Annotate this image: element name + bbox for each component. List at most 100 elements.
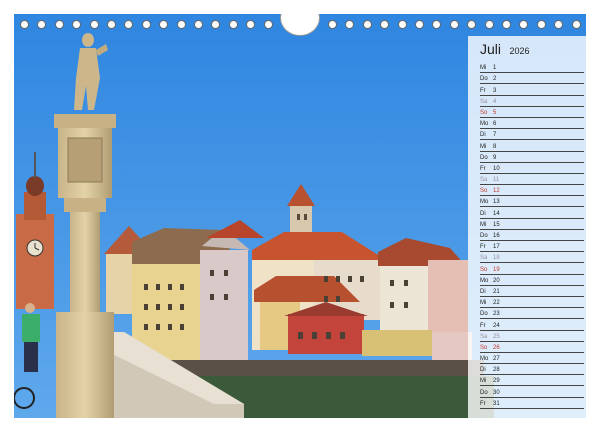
day-row: Mi 8 — [480, 140, 584, 152]
day-number: 2 — [493, 76, 497, 83]
binding-ring — [124, 20, 134, 29]
hanger-notch — [280, 14, 320, 36]
day-row: Mo 13 — [480, 196, 584, 208]
day-row: Do 30 — [480, 386, 584, 398]
day-row: Mi 29 — [480, 375, 584, 387]
day-number: 18 — [493, 255, 500, 262]
day-number: 23 — [493, 311, 500, 318]
old-town-houses — [104, 220, 472, 364]
weekday-name: Do — [480, 389, 488, 396]
binding-ring — [519, 20, 529, 29]
weekday-name: Mo — [480, 199, 489, 206]
day-row: Mi 22 — [480, 297, 584, 309]
calendar-panel: Juli 2026 Mi 1 Do 2 Fr 3 Sa 4 So 5 Mo 6 Di 7 Mi 8 Do 9 Fr 1… — [468, 36, 586, 418]
day-row: Di 7 — [480, 129, 584, 141]
day-row: So 26 — [480, 342, 584, 353]
binding-ring — [176, 20, 186, 29]
binding-ring — [159, 20, 169, 29]
day-row: Do 23 — [480, 308, 584, 320]
weekday-name: Do — [480, 76, 488, 83]
weekday-name: Sa — [480, 177, 488, 184]
day-number: 1 — [493, 65, 497, 72]
day-number: 26 — [493, 344, 500, 351]
day-list: Mi 1 Do 2 Fr 3 Sa 4 So 5 Mo 6 Di 7 Mi 8 Do 9 Fr 10 Sa 11 So 12 M… — [480, 62, 584, 409]
binding-ring — [397, 20, 407, 29]
weekday-name: Mo — [480, 356, 489, 363]
weekday-name: Fr — [480, 165, 486, 172]
day-number: 19 — [493, 266, 500, 273]
day-number: 28 — [493, 367, 500, 374]
day-number: 15 — [493, 221, 500, 228]
promenade — [154, 360, 484, 376]
binding-ring — [246, 20, 256, 29]
day-number: 25 — [493, 333, 500, 340]
day-row: Mo 6 — [480, 118, 584, 130]
day-number: 13 — [493, 199, 500, 206]
day-row: Fr 10 — [480, 163, 584, 174]
day-row: Di 14 — [480, 207, 584, 219]
day-row: So 5 — [480, 107, 584, 118]
day-row: Di 28 — [480, 364, 584, 376]
day-number: 10 — [493, 165, 500, 172]
day-number: 16 — [493, 233, 500, 239]
day-number: 5 — [493, 109, 497, 116]
day-row: Do 16 — [480, 230, 584, 241]
day-number: 9 — [493, 154, 497, 161]
day-row: Mo 27 — [480, 353, 584, 365]
weekday-name: Mi — [480, 378, 487, 385]
weekday-name: Sa — [480, 98, 488, 105]
weekday-name: So — [480, 266, 488, 273]
month-heading: Juli 2026 — [480, 41, 530, 59]
binding-ring — [37, 20, 47, 29]
weekday-name: Mi — [480, 300, 487, 307]
binding-ring — [380, 20, 390, 29]
weekday-name: Mi — [480, 65, 487, 72]
binding-ring — [362, 20, 372, 29]
weekday-name: Do — [480, 311, 488, 318]
binding-ring — [484, 20, 494, 29]
day-row: Fr 24 — [480, 319, 584, 331]
binding-ring — [536, 20, 546, 29]
month-year: 2026 — [509, 46, 530, 56]
day-number: 17 — [493, 244, 500, 251]
binding-ring — [72, 20, 82, 29]
day-row: Sa 4 — [480, 96, 584, 107]
day-number: 6 — [493, 121, 497, 128]
day-number: 27 — [493, 356, 500, 363]
weekday-name: Fr — [480, 322, 486, 329]
day-number: 24 — [493, 322, 500, 329]
binding-ring — [194, 20, 203, 29]
day-row: Sa 25 — [480, 331, 584, 342]
weekday-name: Do — [480, 154, 488, 161]
day-row: Fr 3 — [480, 84, 584, 96]
day-row: Sa 11 — [480, 174, 584, 186]
day-number: 20 — [493, 277, 500, 284]
weekday-name: Di — [480, 288, 486, 295]
month-name: Juli — [480, 41, 502, 57]
day-row: Fr 31 — [480, 398, 584, 409]
day-row: Do 9 — [480, 152, 584, 163]
day-row: Mi 15 — [480, 219, 584, 230]
weekday-name: Fr — [480, 244, 486, 251]
weekday-name: Mo — [480, 277, 489, 284]
binding-ring — [415, 20, 424, 29]
day-number: 31 — [493, 400, 500, 407]
day-number: 7 — [493, 132, 497, 139]
weekday-name: Mi — [480, 221, 487, 228]
day-number: 29 — [493, 378, 500, 385]
weekday-name: Fr — [480, 400, 486, 407]
binding-ring — [228, 20, 238, 29]
day-number: 21 — [493, 288, 500, 295]
binding-ring — [432, 20, 442, 29]
wire-binding — [14, 14, 586, 38]
day-row: Mo 20 — [480, 275, 584, 286]
day-row: Do 2 — [480, 73, 584, 85]
binding-ring — [449, 20, 459, 29]
weekday-name: Do — [480, 233, 488, 239]
binding-ring — [20, 20, 29, 29]
weekday-name: Di — [480, 210, 486, 217]
day-row: Sa 18 — [480, 252, 584, 264]
day-row: So 12 — [480, 185, 584, 197]
binding-ring — [54, 20, 64, 29]
day-number: 22 — [493, 300, 500, 307]
